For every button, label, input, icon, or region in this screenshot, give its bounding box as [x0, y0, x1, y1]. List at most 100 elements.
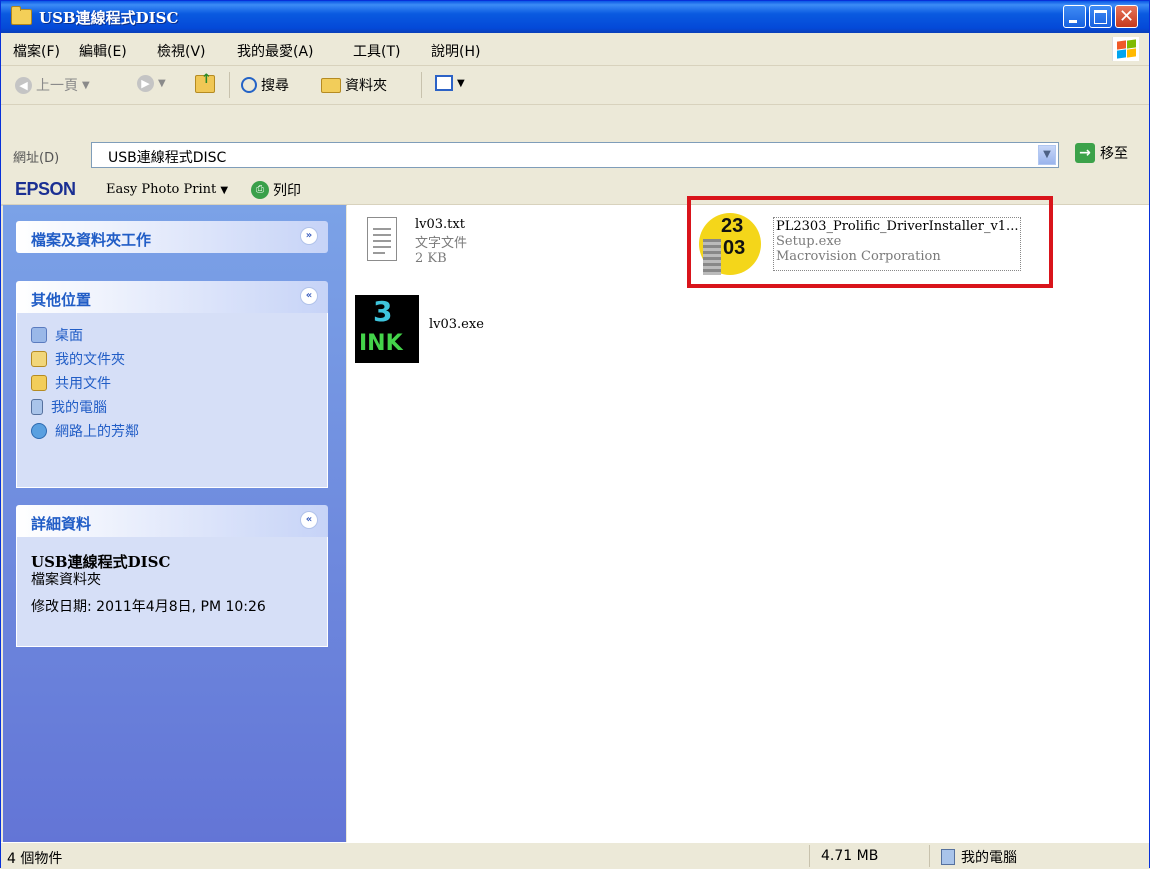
minimize-button[interactable]	[1063, 5, 1086, 28]
search-icon	[241, 77, 257, 93]
epson-logo: EPSON	[15, 179, 76, 199]
menu-file[interactable]: 檔案(F)	[13, 41, 60, 61]
details-title: 詳細資料	[31, 515, 92, 533]
other-places-panel: 其他位置 « 桌面 我的文件夾 共用文件 我的電腦 網路上的芳鄰	[16, 281, 328, 488]
close-button[interactable]: ✕	[1115, 5, 1138, 28]
details-body: USB連線程式DISC 檔案資料夾 修改日期: 2011年4月8日, PM 10…	[16, 537, 328, 647]
details-folder-type: 檔案資料夾	[31, 572, 101, 588]
file-list-pane: lv03.txt 文字文件 2 KB 3 INK lv03.exe 23 03	[347, 205, 1149, 842]
easy-photo-print-label: Easy Photo Print	[106, 182, 217, 197]
status-divider	[929, 845, 930, 867]
ink-icon-text: INK	[359, 331, 403, 356]
my-computer-icon	[31, 399, 43, 415]
toolbar-separator	[421, 72, 422, 98]
link-shared-documents-label: 共用文件	[55, 376, 111, 392]
easy-photo-print-button[interactable]: Easy Photo Print ▼	[106, 182, 228, 197]
file-tasks-panel: 檔案及資料夾工作 »	[16, 221, 328, 253]
chevron-down-icon: ▼	[1043, 149, 1051, 160]
window-title: USB連線程式DISC	[39, 9, 179, 27]
my-documents-icon	[31, 351, 47, 367]
chevron-down-icon: ▼	[220, 185, 229, 196]
task-pane: 檔案及資料夾工作 » 其他位置 « 桌面 我的文件夾 共用文件 我的電腦 網路上…	[3, 205, 346, 842]
print-label: 列印	[273, 183, 301, 199]
close-icon: ✕	[1118, 6, 1135, 27]
expand-icon[interactable]: »	[300, 227, 318, 245]
go-label: 移至	[1100, 146, 1128, 162]
details-header[interactable]: 詳細資料 «	[16, 505, 328, 537]
file-type: 文字文件	[415, 236, 468, 251]
collapse-icon[interactable]: «	[300, 511, 318, 529]
menu-bar: 檔案(F) 編輯(E) 檢視(V) 我的最愛(A) 工具(T) 說明(H)	[1, 33, 1149, 66]
link-my-documents[interactable]: 我的文件夾	[31, 347, 313, 371]
status-size: 4.71 MB	[821, 848, 879, 864]
address-dropdown-button[interactable]: ▼	[1038, 145, 1056, 165]
title-bar[interactable]: USB連線程式DISC ✕	[1, 1, 1149, 33]
status-zone-label: 我的電腦	[961, 850, 1017, 866]
file-tasks-header[interactable]: 檔案及資料夾工作 »	[16, 221, 328, 253]
menu-tools[interactable]: 工具(T)	[353, 41, 400, 61]
back-dropdown-icon: ▼	[82, 79, 90, 91]
forward-arrow-icon: ▶	[137, 75, 154, 92]
text-document-icon	[367, 217, 397, 261]
my-computer-icon	[941, 849, 955, 865]
other-places-title: 其他位置	[31, 291, 92, 309]
collapse-icon[interactable]: «	[300, 287, 318, 305]
go-button[interactable]: → 移至	[1075, 143, 1128, 163]
details-folder-name: USB連線程式DISC	[31, 553, 171, 571]
toolbar: ◀ 上一頁 ▼ ▶ ▼ ↑ 搜尋 資料夾 ▼	[1, 66, 1149, 105]
details-modified: 修改日期: 2011年4月8日, PM 10:26	[31, 599, 266, 615]
up-folder-button[interactable]: ↑	[195, 72, 215, 93]
menu-favorites[interactable]: 我的最愛(A)	[237, 41, 314, 61]
views-icon	[435, 75, 453, 91]
views-dropdown-icon: ▼	[457, 77, 465, 89]
menu-help[interactable]: 說明(H)	[431, 41, 480, 61]
ink-app-icon: 3 INK	[355, 295, 419, 363]
other-places-header[interactable]: 其他位置 «	[16, 281, 328, 313]
annotation-highlight-box	[687, 196, 1053, 288]
views-button[interactable]: ▼	[435, 75, 465, 91]
file-item-lv03-txt[interactable]: lv03.txt 文字文件 2 KB	[367, 217, 467, 266]
menu-edit[interactable]: 編輯(E)	[79, 41, 127, 61]
file-tasks-title: 檔案及資料夾工作	[31, 231, 152, 249]
search-label: 搜尋	[261, 78, 289, 94]
folders-label: 資料夾	[345, 78, 387, 94]
search-button[interactable]: 搜尋	[241, 75, 289, 95]
file-name: lv03.txt	[415, 217, 465, 232]
network-places-icon	[31, 423, 47, 439]
ink-icon-number: 3	[373, 295, 393, 328]
file-item-lv03-exe[interactable]: 3 INK lv03.exe	[355, 295, 484, 363]
back-label: 上一頁	[36, 78, 78, 94]
file-name: lv03.exe	[429, 317, 484, 332]
print-button[interactable]: ⎙ 列印	[251, 180, 301, 200]
back-arrow-icon: ◀	[15, 76, 32, 94]
address-label: 網址(D)	[13, 151, 60, 166]
print-icon: ⎙	[251, 181, 269, 199]
address-value: USB連線程式DISC	[108, 150, 227, 166]
back-button[interactable]: ◀ 上一頁 ▼	[15, 75, 90, 95]
windows-logo-icon	[1112, 37, 1139, 61]
status-divider	[809, 845, 810, 867]
folder-icon	[11, 6, 32, 25]
link-desktop[interactable]: 桌面	[31, 323, 313, 347]
forward-button[interactable]: ▶ ▼	[137, 75, 166, 92]
status-object-count: 4 個物件	[7, 851, 63, 867]
link-my-computer[interactable]: 我的電腦	[31, 395, 313, 419]
link-network-places[interactable]: 網路上的芳鄰	[31, 419, 313, 443]
link-shared-documents[interactable]: 共用文件	[31, 371, 313, 395]
other-places-body: 桌面 我的文件夾 共用文件 我的電腦 網路上的芳鄰	[16, 313, 328, 488]
link-my-documents-label: 我的文件夾	[55, 352, 125, 368]
folders-button[interactable]: 資料夾	[321, 75, 387, 95]
address-input[interactable]: USB連線程式DISC ▼	[91, 142, 1059, 168]
forward-dropdown-icon: ▼	[158, 78, 166, 89]
desktop-icon	[31, 327, 47, 343]
go-arrow-icon: →	[1075, 143, 1095, 163]
link-my-computer-label: 我的電腦	[51, 400, 107, 416]
menu-view[interactable]: 檢視(V)	[157, 41, 206, 61]
file-size: 2 KB	[415, 251, 447, 266]
folder-icon	[321, 77, 341, 93]
maximize-button[interactable]	[1089, 5, 1112, 28]
shared-folder-icon	[31, 375, 47, 391]
up-folder-icon: ↑	[195, 72, 215, 93]
link-network-places-label: 網路上的芳鄰	[55, 424, 139, 440]
status-bar: 4 個物件 4.71 MB 我的電腦	[1, 842, 1149, 869]
